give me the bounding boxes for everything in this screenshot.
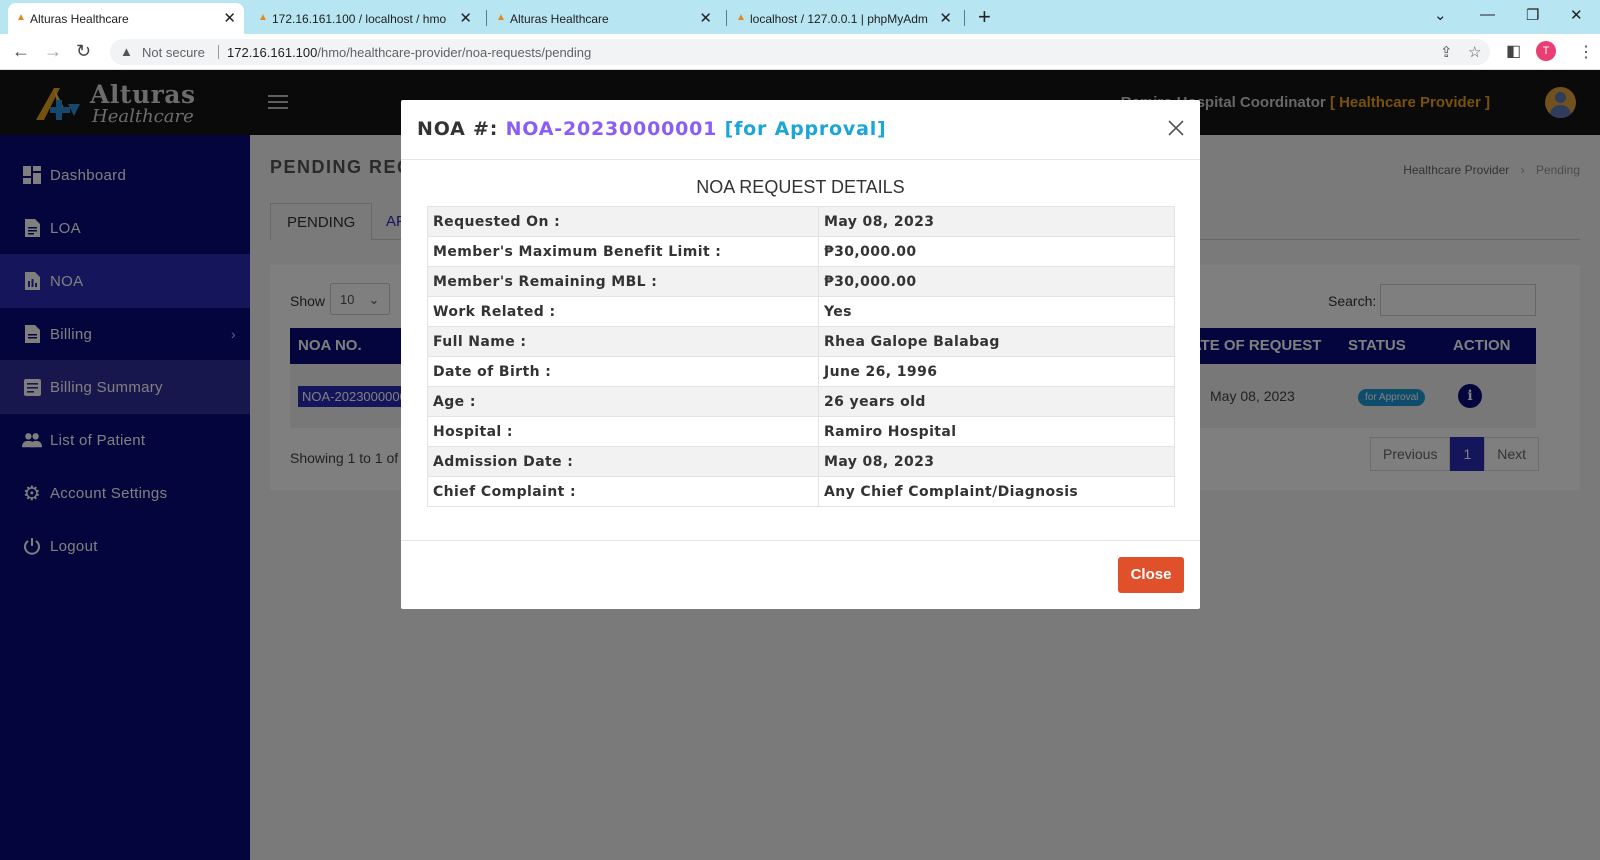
browser-tab-4[interactable]: ▲ localhost / 127.0.0.1 | phpMyAdm ✕ xyxy=(728,3,960,34)
tab-separator xyxy=(486,10,487,26)
detail-value: May 08, 2023 xyxy=(818,206,1175,237)
details-row: Requested On : May 08, 2023 xyxy=(427,206,1175,237)
tab-separator xyxy=(726,10,727,26)
browser-tab-1[interactable]: ▲ Alturas Healthcare ✕ xyxy=(8,3,244,34)
modal-title-prefix: NOA #: xyxy=(417,118,499,140)
browser-tab-2[interactable]: ▲ 172.16.161.100 / localhost / hmo ✕ xyxy=(250,3,480,34)
detail-label: Work Related : xyxy=(427,296,819,327)
details-row: Chief Complaint : Any Chief Complaint/Dia… xyxy=(427,476,1175,507)
browser-tab-title: localhost / 127.0.0.1 | phpMyAdm xyxy=(750,11,928,26)
detail-label: Hospital : xyxy=(427,416,819,447)
profile-avatar[interactable]: T xyxy=(1536,41,1556,61)
minimize-icon[interactable]: — xyxy=(1480,6,1495,23)
close-tab-icon[interactable]: ✕ xyxy=(699,9,712,27)
detail-label: Requested On : xyxy=(427,206,819,237)
detail-label: Age : xyxy=(427,386,819,417)
details-row: Age :26 years old xyxy=(427,386,1175,417)
details-row: Admission Date : May 08, 2023 xyxy=(427,446,1175,477)
new-tab-icon[interactable]: + xyxy=(978,4,991,30)
url-field[interactable]: ▲ Not secure 172.16.161.100/hmo/healthca… xyxy=(110,39,1490,65)
details-heading: NOA REQUEST DETAILS xyxy=(696,177,905,197)
warning-icon: ▲ xyxy=(120,44,133,59)
modal-status: [for Approval] xyxy=(724,118,887,140)
details-row: Hospital : Ramiro Hospital xyxy=(427,416,1175,447)
details-table: Requested On : May 08, 2023 Member's Maxim… xyxy=(427,206,1175,507)
detail-value: 26 years old xyxy=(818,386,1175,417)
close-window-icon[interactable]: ✕ xyxy=(1570,6,1583,24)
detail-label: Chief Complaint : xyxy=(427,476,819,507)
forward-icon[interactable]: → xyxy=(44,41,62,62)
browser-menu-icon[interactable]: ⋮ xyxy=(1578,42,1594,62)
restore-icon[interactable]: ❐ xyxy=(1526,6,1539,24)
url-path: /hmo/healthcare-provider/noa-requests/pe… xyxy=(317,45,592,60)
close-tab-icon[interactable]: ✕ xyxy=(223,9,236,27)
detail-label: Admission Date : xyxy=(427,446,819,477)
details-row: Member's Remaining MBL : ₱30,000.00 xyxy=(427,266,1175,297)
close-tab-icon[interactable]: ✕ xyxy=(939,9,952,27)
details-row: Date of Birth : June 26, 1996 xyxy=(427,356,1175,387)
detail-label: Member's Remaining MBL : xyxy=(427,266,819,297)
browser-tab-bar: ▲ Alturas Healthcare ✕ ▲ 172.16.161.100 … xyxy=(0,0,1600,34)
address-bar: ← → ↻ ▲ Not secure 172.16.161.100/hmo/he… xyxy=(0,34,1600,70)
close-button[interactable]: Close xyxy=(1118,557,1184,593)
detail-value: Ramiro Hospital xyxy=(818,416,1175,447)
close-tab-icon[interactable]: ✕ xyxy=(459,9,472,27)
alturas-favicon-icon: ▲ xyxy=(16,12,26,23)
url-divider xyxy=(218,45,219,59)
tab-search-icon[interactable]: ⌄ xyxy=(1434,6,1447,24)
details-row: Member's Maximum Benefit Limit : ₱30,000.… xyxy=(427,236,1175,267)
detail-label: Date of Birth : xyxy=(427,356,819,387)
detail-label: Member's Maximum Benefit Limit : xyxy=(427,236,819,267)
detail-value: ₱30,000.00 xyxy=(818,266,1175,297)
reload-icon[interactable]: ↻ xyxy=(76,41,91,62)
phpmyadmin-favicon-icon: ▲ xyxy=(258,12,268,23)
details-row: Full Name : Rhea Galope Balabag xyxy=(427,326,1175,357)
browser-tab-title: 172.16.161.100 / localhost / hmo xyxy=(272,11,447,26)
details-row: Work Related : Yes xyxy=(427,296,1175,327)
security-label: Not secure xyxy=(142,45,205,60)
detail-value: June 26, 1996 xyxy=(818,356,1175,387)
close-icon[interactable] xyxy=(1166,118,1186,138)
modal-noa-number: NOA-20230000001 xyxy=(505,118,718,140)
phpmyadmin-favicon-icon: ▲ xyxy=(736,12,746,23)
bookmark-star-icon[interactable]: ☆ xyxy=(1468,43,1481,61)
share-icon[interactable]: ⇪ xyxy=(1440,43,1453,61)
url-host: 172.16.161.100 xyxy=(227,45,318,60)
detail-value: Rhea Galope Balabag xyxy=(818,326,1175,357)
detail-value: Any Chief Complaint/Diagnosis xyxy=(818,476,1175,507)
back-icon[interactable]: ← xyxy=(12,41,30,62)
detail-label: Full Name : xyxy=(427,326,819,357)
alturas-favicon-icon: ▲ xyxy=(496,12,506,23)
detail-value: Yes xyxy=(818,296,1175,327)
modal-footer-divider xyxy=(401,540,1200,541)
url-text: 172.16.161.100/hmo/healthcare-provider/n… xyxy=(227,45,591,60)
browser-tab-title: Alturas Healthcare xyxy=(30,11,129,26)
browser-tab-3[interactable]: ▲ Alturas Healthcare ✕ xyxy=(488,3,720,34)
side-panel-icon[interactable]: ◧ xyxy=(1506,41,1521,61)
modal-title: NOA #: NOA-20230000001 [for Approval] xyxy=(417,118,887,140)
browser-tab-title: Alturas Healthcare xyxy=(510,11,609,26)
noa-details-modal: NOA #: NOA-20230000001 [for Approval] NO… xyxy=(401,100,1200,609)
detail-value: May 08, 2023 xyxy=(818,446,1175,477)
tab-separator xyxy=(964,10,965,26)
modal-header: NOA #: NOA-20230000001 [for Approval] xyxy=(401,100,1200,160)
detail-value: ₱30,000.00 xyxy=(818,236,1175,267)
